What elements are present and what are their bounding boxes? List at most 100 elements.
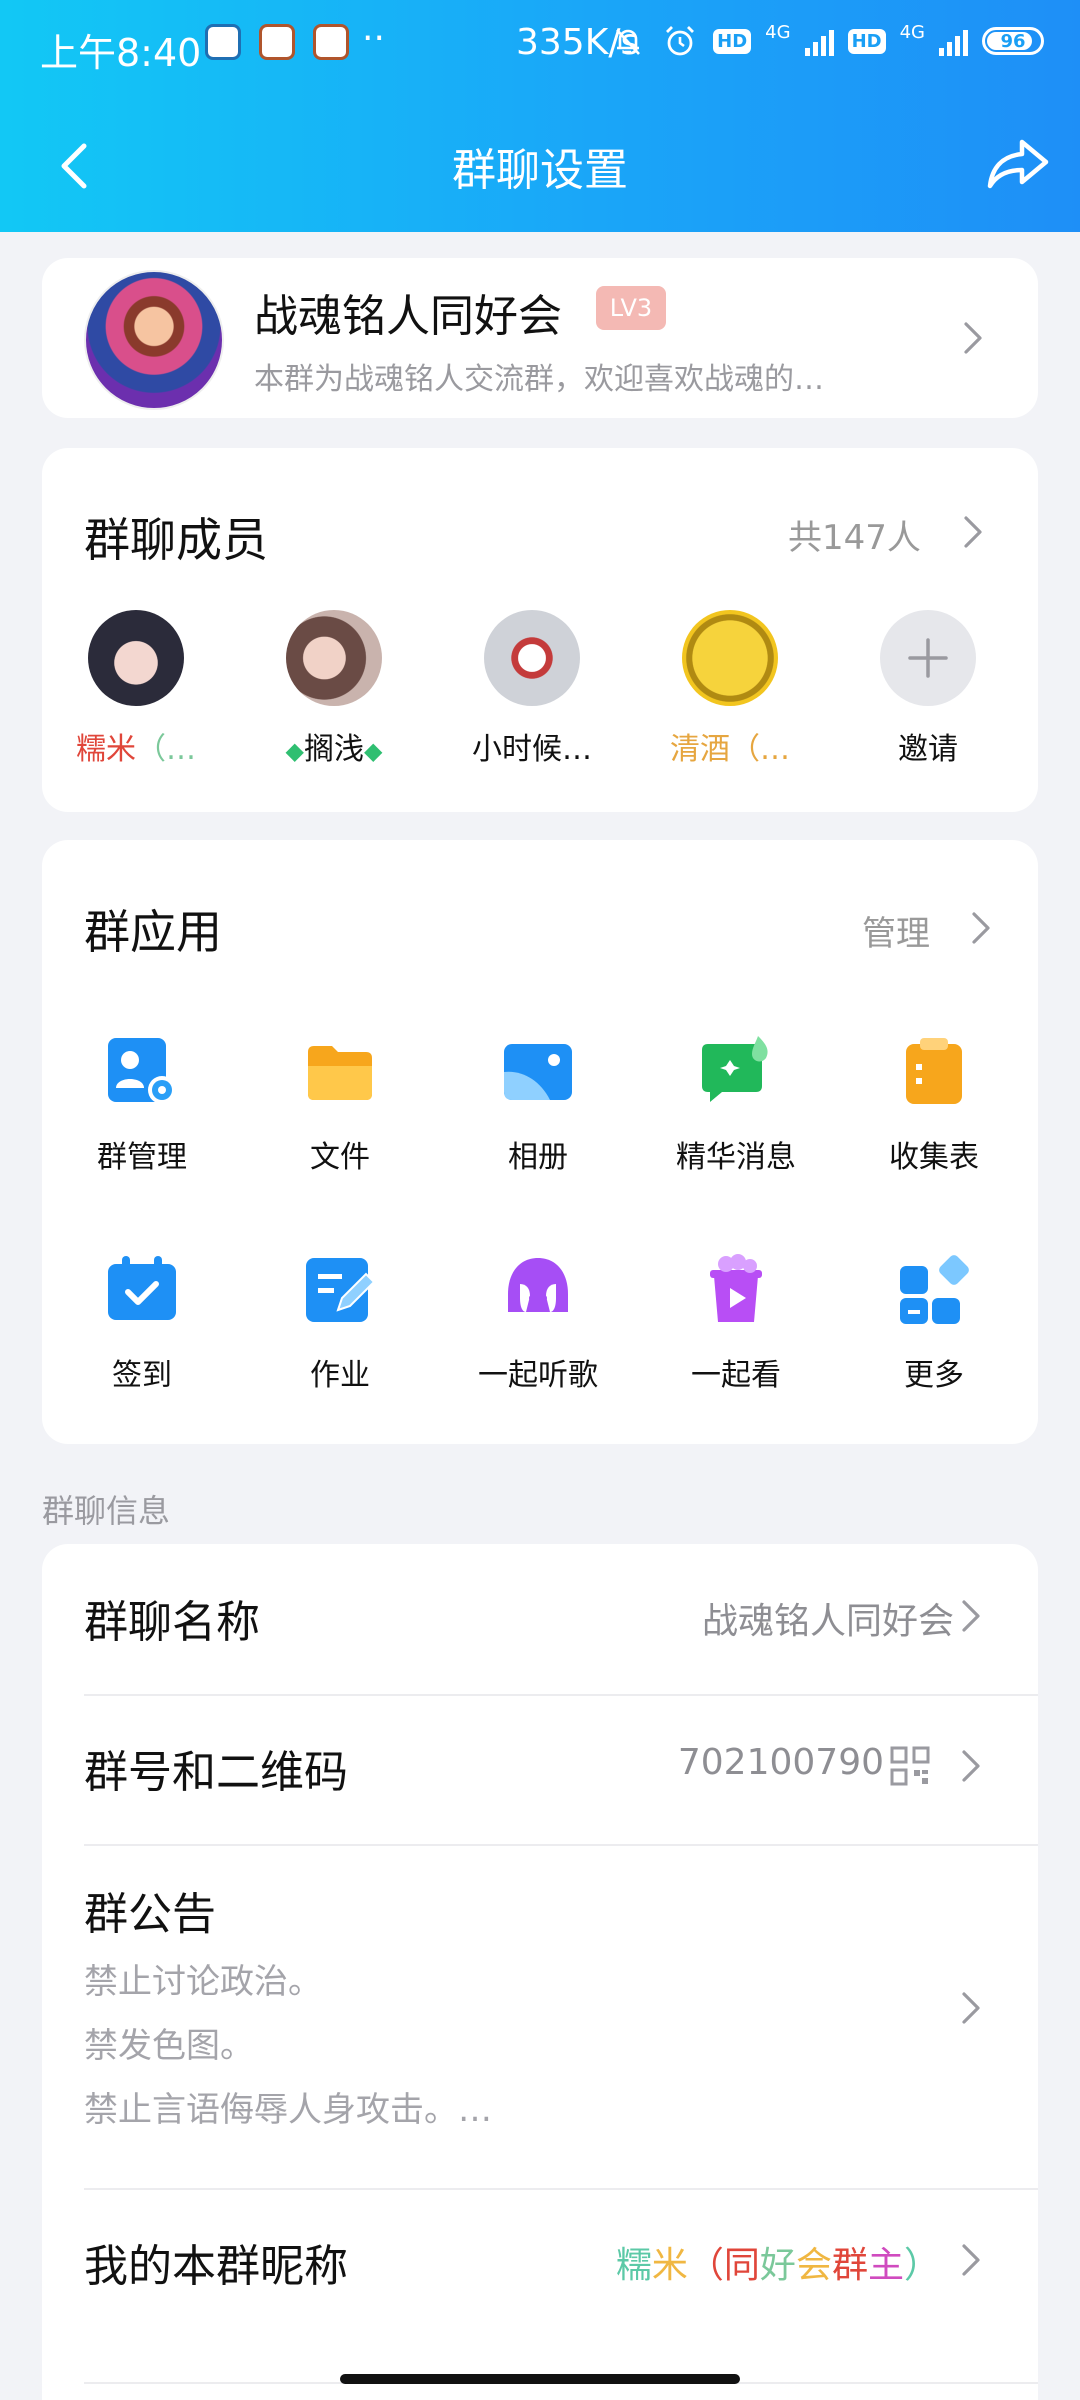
essence-message-icon <box>700 1036 772 1108</box>
member-name-part: 糯米 <box>76 732 136 767</box>
nickname-part: ） <box>903 2245 940 2286</box>
signal-4g-label-2: 4G <box>899 22 925 43</box>
group-info-card: 群聊名称 战魂铭人同好会 群号和二维码 702100790 群公告 禁止讨论政治… <box>42 1544 1038 2400</box>
chevron-right-icon <box>960 1598 982 1634</box>
group-avatar <box>84 270 224 410</box>
nickname-part: （ <box>687 2245 724 2286</box>
group-number-label: 群号和二维码 <box>84 1747 348 1798</box>
nickname-part: 糯 <box>615 2245 652 2286</box>
my-nickname-label: 我的本群昵称 <box>84 2241 348 2292</box>
apps-manage-link[interactable]: 管理 <box>862 906 930 955</box>
group-apps-card: 群应用 管理 群管理 文件 相册 精华消息 收集表 签到 作业 一起听歌 一起看… <box>42 840 1038 1444</box>
member-item[interactable]: 小时候… <box>452 610 612 768</box>
share-icon[interactable] <box>986 136 1050 192</box>
member-avatar <box>286 610 382 706</box>
app-homework[interactable]: 作业 <box>250 1254 430 1394</box>
app-label: 更多 <box>904 1358 964 1393</box>
group-name-row[interactable]: 群聊名称 战魂铭人同好会 <box>84 1580 996 1660</box>
listen-together-icon <box>502 1254 574 1326</box>
member-item[interactable]: 糯米（… <box>56 610 216 768</box>
chevron-right-icon <box>960 1990 982 2026</box>
more-apps-icon <box>898 1254 970 1326</box>
app-label: 群管理 <box>97 1140 187 1175</box>
nickname-part: 主 <box>867 2245 904 2286</box>
app-collection-form[interactable]: 收集表 <box>844 1036 1024 1176</box>
qr-code-icon <box>890 1746 930 1786</box>
members-title: 群聊成员 <box>84 513 268 567</box>
app-label: 相册 <box>508 1140 568 1175</box>
alarm-icon <box>661 22 699 60</box>
game-notification-icon <box>205 24 241 60</box>
check-in-icon <box>106 1254 178 1326</box>
folder-icon <box>304 1036 376 1108</box>
app-label: 一起看 <box>691 1358 781 1393</box>
app-label: 作业 <box>310 1358 370 1393</box>
app-notification-icon <box>259 24 295 60</box>
app-check-in[interactable]: 签到 <box>52 1254 232 1394</box>
status-icons: HD 4G HD 4G 96 <box>609 22 1044 60</box>
group-name-value: 战魂铭人同好会 <box>701 1601 954 1642</box>
mute-bell-icon <box>609 22 647 60</box>
my-group-nickname-row[interactable]: 我的本群昵称 糯米（同好会群主） <box>84 2224 996 2304</box>
member-name-part: （… <box>136 732 196 767</box>
nickname-part: 米 <box>651 2245 688 2286</box>
member-name: 糯米（… <box>56 724 216 768</box>
status-bar: 上午8:40 ·· 335K/s HD 4G HD 4G 96 <box>0 18 1080 75</box>
signal-bars-icon <box>804 26 834 56</box>
group-notice-label: 群公告 <box>84 1889 216 1940</box>
invite-member-button[interactable]: 邀请 <box>848 610 1008 768</box>
group-info-section-label: 群聊信息 <box>42 1492 171 1530</box>
member-item[interactable]: ◆搁浅◆ <box>254 610 414 768</box>
app-essence-messages[interactable]: 精华消息 <box>646 1036 826 1176</box>
hd-badge: HD <box>713 28 752 54</box>
plus-icon <box>880 610 976 706</box>
signal-4g-label: 4G <box>765 22 791 43</box>
chevron-right-icon <box>962 320 984 356</box>
group-level-badge: LV3 <box>596 286 666 330</box>
notice-line: 禁止讨论政治。 <box>84 1962 322 2002</box>
app-files[interactable]: 文件 <box>250 1036 430 1176</box>
group-members-card: 群聊成员 共147人 糯米（… ◆搁浅◆ 小时候… 清酒（… 邀请 <box>42 448 1038 812</box>
watch-together-icon <box>700 1254 772 1326</box>
app-group-manage[interactable]: 群管理 <box>52 1036 232 1176</box>
members-count[interactable]: 共147人 <box>788 510 921 559</box>
member-name-part: 搁浅 <box>304 732 364 767</box>
member-name: 清酒（… <box>670 732 790 767</box>
app-watch-together[interactable]: 一起看 <box>646 1254 826 1394</box>
member-item[interactable]: 清酒（… <box>650 610 810 768</box>
member-name: 小时候… <box>472 732 592 767</box>
apps-title: 群应用 <box>84 905 222 959</box>
group-number-row[interactable]: 群号和二维码 702100790 <box>84 1730 996 1810</box>
album-icon <box>502 1036 574 1108</box>
group-profile-card[interactable]: 战魂铭人同好会 LV3 本群为战魂铭人交流群，欢迎喜欢战魂的… <box>42 258 1038 418</box>
app-label: 文件 <box>310 1140 370 1175</box>
homework-icon <box>304 1254 376 1326</box>
group-name-label: 群聊名称 <box>84 1597 260 1648</box>
app-notification-icon <box>313 24 349 60</box>
divider <box>84 1844 1038 1846</box>
member-avatar <box>484 610 580 706</box>
member-avatar <box>88 610 184 706</box>
chevron-right-icon[interactable] <box>970 910 992 946</box>
app-label: 一起听歌 <box>478 1358 598 1393</box>
home-indicator[interactable] <box>340 2374 740 2384</box>
group-number-value: 702100790 <box>677 1742 884 1783</box>
group-name: 战魂铭人同好会 <box>254 291 562 342</box>
notice-line: 禁发色图。 <box>84 2026 254 2066</box>
signal-bars-icon-2 <box>939 26 968 56</box>
divider <box>84 2188 1038 2190</box>
chevron-right-icon[interactable] <box>962 514 984 550</box>
chevron-right-icon <box>960 1748 982 1784</box>
member-avatar <box>682 610 778 706</box>
notification-icons <box>205 24 349 60</box>
more-notifications-indicator: ·· <box>362 18 385 59</box>
collection-form-icon <box>898 1036 970 1108</box>
hd-badge-2: HD <box>847 28 886 54</box>
diamond-icon: ◆ <box>285 737 304 765</box>
app-album[interactable]: 相册 <box>448 1036 628 1176</box>
app-more[interactable]: 更多 <box>844 1254 1024 1394</box>
member-name: ◆搁浅◆ <box>254 724 414 768</box>
nickname-part: 群 <box>831 2245 868 2286</box>
app-listen-together[interactable]: 一起听歌 <box>448 1254 628 1394</box>
nickname-part: 会 <box>795 2245 832 2286</box>
